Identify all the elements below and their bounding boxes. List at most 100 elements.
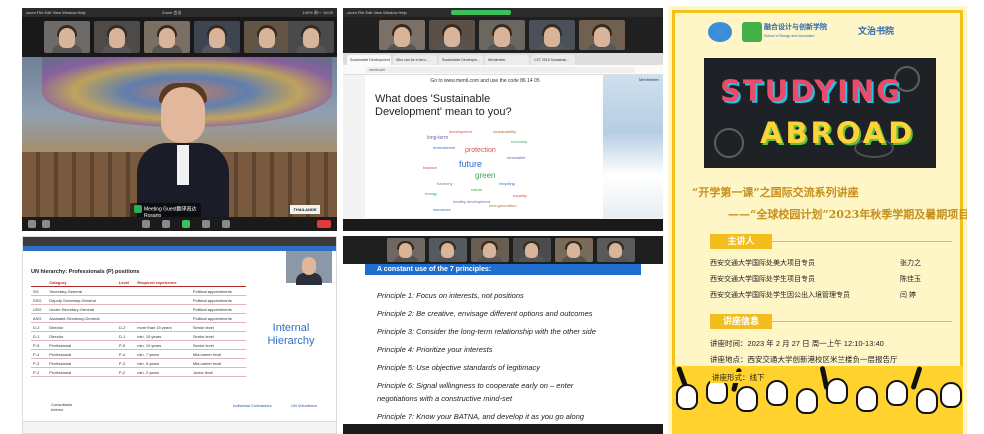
word-cloud: protection future green long-term sustainabi… [423, 125, 548, 215]
table-cell: min. 5 years [135, 358, 191, 368]
participant-thumb[interactable] [194, 21, 240, 53]
word-cloud-word: environment [433, 145, 456, 150]
browser-tabs: Sustainable Development Who can be a her… [343, 53, 663, 65]
table-cell [116, 313, 136, 323]
table-cell: P-3 [116, 358, 136, 368]
word-cloud-word: harmony [437, 181, 453, 186]
participants-icon[interactable] [142, 220, 150, 228]
principles-slide-panel: A constant use of the 7 principles: Prin… [343, 236, 663, 434]
record-icon[interactable] [202, 220, 210, 228]
meeting-toolbar [343, 219, 663, 231]
presenter-webcam[interactable] [286, 251, 332, 285]
table-cell: Senior level [190, 331, 246, 341]
participant-thumb[interactable] [579, 20, 625, 50]
address-input[interactable]: menti.com [365, 67, 635, 73]
participant-thumb[interactable] [529, 20, 575, 50]
browser-tab[interactable]: CST 2016 Sustainab... [531, 55, 575, 65]
table-cell: P-5 [31, 340, 48, 350]
participant-thumb[interactable] [44, 21, 90, 53]
table-cell: Political appointments [190, 304, 246, 314]
browser-tab[interactable]: Sustainable Development [347, 55, 391, 65]
browser-urlbar: menti.com [343, 65, 663, 75]
browser-tab[interactable]: Sustainable Developm... [439, 55, 483, 65]
speaker-row: 西安交通大学国际处学生项目专员 陈佳玉 [710, 276, 921, 283]
table-cell: DSG [31, 295, 48, 305]
mentimeter-panel: zoom File Edit View Window Help Sustaina… [343, 8, 663, 231]
leave-button[interactable] [317, 220, 331, 228]
word-cloud-word: recycling [499, 181, 515, 186]
table-cell [116, 286, 136, 296]
table-cell: Director [47, 331, 117, 341]
table-cell: Senior level [190, 322, 246, 332]
principle-item-continued: negotiations with a constructive mind-se… [377, 394, 513, 403]
participant-thumb[interactable] [471, 238, 509, 262]
speaker-row: 西安交通大学国际处美大项目专员 张力之 [710, 260, 921, 267]
table-row: P-2 Professional P-2 min. 2 years Junior lev… [31, 367, 246, 377]
browser-tab[interactable]: Mentimeter [485, 55, 529, 65]
participant-thumb[interactable] [555, 238, 593, 262]
table-row: DSG Deputy Secretary-General Political app… [31, 295, 246, 305]
share-screen-icon[interactable] [182, 220, 190, 228]
table-cell: Political appointments [190, 313, 246, 323]
table-row: D-1 Director D-1 min. 15 years Senior level [31, 331, 246, 341]
participant-thumb[interactable] [387, 238, 425, 262]
join-instructions: Go to www.menti.com and use the code 86 … [430, 78, 540, 84]
table-cell: Under-Secretary-General [47, 304, 117, 314]
info-heading: 讲座信息 [710, 314, 952, 329]
sky-image: Mentimeter [603, 75, 663, 218]
table-row: P-3 Professional P-3 min. 5 years Mid-career… [31, 358, 246, 368]
lecture-poster: 融合设计与创新学院 School of Design and Innovation… [668, 6, 967, 434]
participant-thumb[interactable] [288, 21, 334, 53]
table-cell: Junior level [190, 367, 246, 377]
principle-item: Principle 1: Focus on interests, not pos… [377, 291, 524, 300]
browser-tab[interactable]: Who can be a hero... [393, 55, 437, 65]
table-cell [135, 295, 191, 305]
table-cell: Mid-career level [190, 349, 246, 359]
speakers-heading: 主讲人 [710, 234, 952, 249]
principle-item: Principle 3: Consider the long-term rela… [377, 327, 596, 336]
table-cell [116, 304, 136, 314]
slide-question: What does 'Sustainable Development' mean… [375, 93, 512, 118]
table-cell: min. 7 years [135, 349, 191, 359]
word-cloud-word: protection [465, 147, 496, 154]
participant-thumb[interactable] [379, 20, 425, 50]
table-cell: Director [47, 322, 117, 332]
table-cell: Mid-career level [190, 358, 246, 368]
participant-thumb[interactable] [597, 238, 635, 262]
slide-footer-bar [23, 421, 336, 433]
menubar-left[interactable]: zoom File Edit View Window Help [26, 10, 86, 15]
participant-gallery [343, 17, 663, 53]
participant-thumb[interactable] [144, 21, 190, 53]
word-cloud-word: energy [425, 191, 438, 196]
word-cloud-word: long-term [427, 135, 449, 141]
meeting-toolbar [22, 217, 337, 231]
table-cell: min. 15 years [135, 331, 191, 341]
sharing-indicator[interactable] [451, 10, 511, 15]
table-row: SG Secretary-General Political appointment… [31, 286, 246, 296]
table-cell: D-1 [116, 331, 136, 341]
participant-thumb[interactable] [94, 21, 140, 53]
participant-thumb[interactable] [429, 20, 475, 50]
table-cell: P-3 [31, 358, 48, 368]
table-cell: ASG [31, 313, 48, 323]
chat-icon[interactable] [162, 220, 170, 228]
word-cloud-word: next generation [489, 203, 517, 208]
studying-abroad-banner: STUDYING ABROAD [704, 58, 936, 168]
mute-icon[interactable] [28, 220, 36, 228]
table-cell: Senior level [190, 340, 246, 350]
reactions-icon[interactable] [222, 220, 230, 228]
principle-item: Principle 2: Be creative, envisage diffe… [377, 309, 593, 318]
speaker-person [137, 83, 229, 223]
participant-thumb[interactable] [479, 20, 525, 50]
menubar-left[interactable]: zoom File Edit View Window Help [347, 10, 407, 15]
table-cell [135, 286, 191, 296]
mac-menubar: zoom File Edit View Window Help [343, 8, 663, 17]
table-row: D-2 Director D-2 more than 15 years Senior l… [31, 322, 246, 332]
participant-thumb[interactable] [429, 238, 467, 262]
participant-gallery [22, 17, 337, 57]
word-cloud-word: equality [513, 193, 527, 198]
meeting-toolbar [343, 424, 663, 434]
participant-thumb[interactable] [244, 21, 290, 53]
participant-thumb[interactable] [513, 238, 551, 262]
camera-icon[interactable] [42, 220, 50, 228]
